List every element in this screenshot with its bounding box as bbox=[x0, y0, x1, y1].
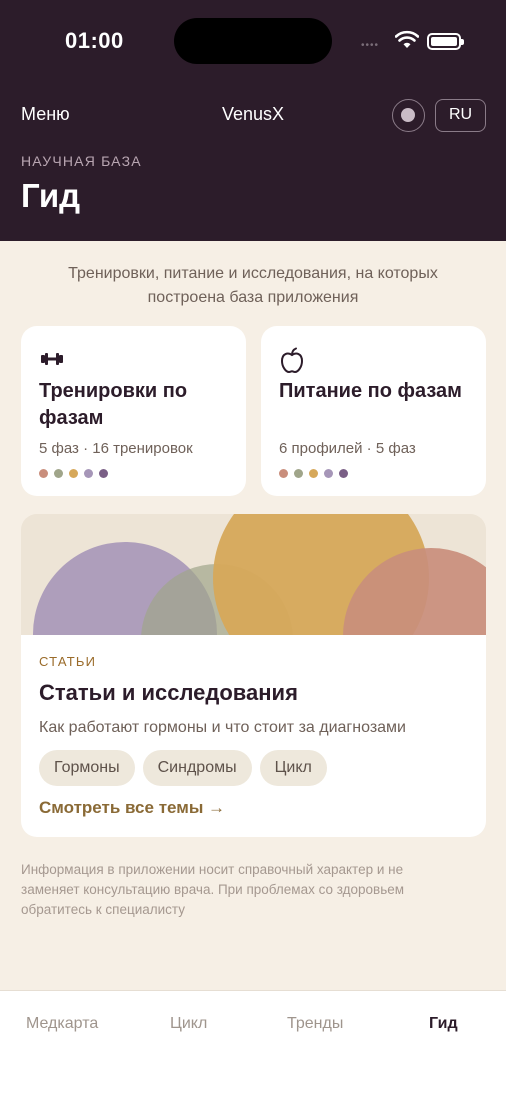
language-button[interactable]: RU bbox=[435, 99, 486, 132]
phase-dots bbox=[39, 469, 114, 479]
signal-icon: •••• bbox=[361, 40, 380, 51]
wifi-icon bbox=[395, 30, 419, 48]
phase-dot bbox=[339, 469, 348, 478]
training-card-title: Тренировки по фазам bbox=[39, 380, 188, 429]
battery-icon bbox=[427, 33, 464, 50]
phase-dot bbox=[294, 469, 303, 478]
apple-icon bbox=[280, 347, 304, 374]
section-eyebrow: НАУЧНАЯ БАЗА bbox=[21, 153, 142, 169]
phase-dot bbox=[279, 469, 288, 478]
theme-toggle-button[interactable] bbox=[392, 99, 425, 132]
tab-cycle[interactable]: Цикл bbox=[170, 1015, 207, 1033]
articles-title: Статьи и исследования bbox=[39, 680, 298, 705]
page-subtitle: Тренировки, питание и исследования, на к… bbox=[68, 265, 438, 306]
nutrition-card-title: Питание по фазам bbox=[279, 380, 462, 402]
phase-dot bbox=[84, 469, 93, 478]
phase-dots bbox=[279, 469, 354, 479]
phase-dot bbox=[324, 469, 333, 478]
dumbbell-icon bbox=[41, 353, 63, 365]
articles-card[interactable]: СТАТЬИ Статьи и исследования Как работаю… bbox=[21, 514, 486, 837]
phase-dot bbox=[54, 469, 63, 478]
see-all-topics-link[interactable]: Смотреть все темы → bbox=[39, 798, 225, 818]
chip-syndromes[interactable]: Синдромы bbox=[142, 750, 252, 786]
app-title: VenusX bbox=[221, 104, 285, 124]
articles-description: Как работают гормоны и что стоит за диаг… bbox=[39, 719, 406, 736]
tab-bar: Медкарта Цикл Тренды Гид bbox=[0, 990, 506, 1100]
tab-guide[interactable]: Гид bbox=[429, 1015, 458, 1033]
chip-cycle[interactable]: Цикл bbox=[259, 750, 327, 786]
nutrition-card[interactable]: Питание по фазам 6 профилей · 5 фаз bbox=[261, 326, 486, 496]
disclaimer: Информация в приложении носит справочный… bbox=[21, 862, 405, 917]
status-icons: •••• bbox=[361, 30, 465, 52]
phase-dot bbox=[99, 469, 108, 478]
status-time: 01:00 bbox=[65, 28, 124, 53]
dynamic-island bbox=[174, 18, 332, 64]
nutrition-card-meta: 6 профилей · 5 фаз bbox=[279, 440, 416, 457]
articles-eyebrow: СТАТЬИ bbox=[39, 654, 97, 669]
training-card[interactable]: Тренировки по фазам 5 фаз · 16 тренирово… bbox=[21, 326, 246, 496]
chip-hormones[interactable]: Гормоны bbox=[39, 750, 135, 786]
phase-dot bbox=[69, 469, 78, 478]
phase-dot bbox=[39, 469, 48, 478]
topic-chips: Гормоны Синдромы Цикл bbox=[39, 750, 335, 786]
tab-trends[interactable]: Тренды bbox=[287, 1015, 343, 1033]
training-card-meta: 5 фаз · 16 тренировок bbox=[39, 440, 193, 457]
tab-medcard[interactable]: Медкарта bbox=[26, 1015, 98, 1033]
header: 01:00 •••• Меню VenusX RU НАУЧНАЯ БАЗА Г… bbox=[0, 0, 506, 241]
page-title: Гид bbox=[21, 177, 81, 214]
articles-banner-illustration bbox=[21, 514, 486, 635]
phase-dot bbox=[309, 469, 318, 478]
